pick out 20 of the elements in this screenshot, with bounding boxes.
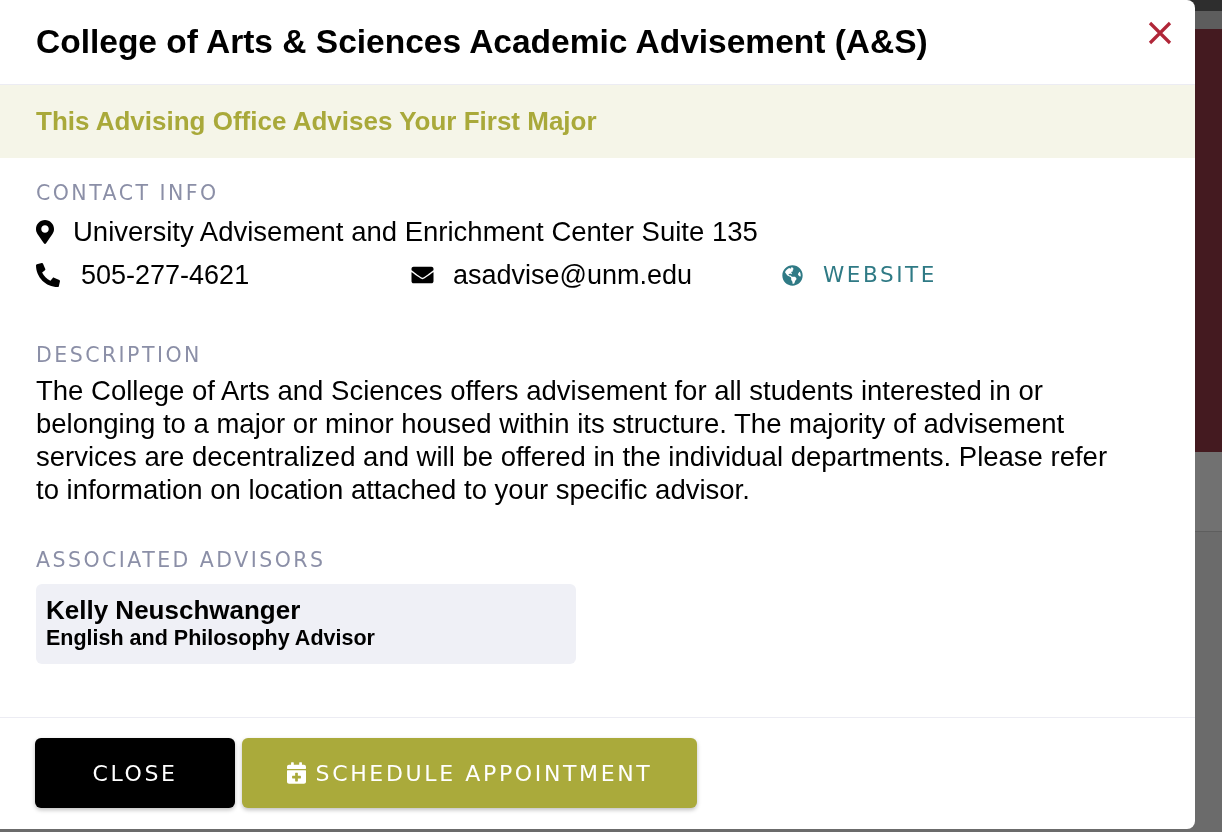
email-text: asadvise@unm.edu xyxy=(453,261,693,289)
close-icon xyxy=(1148,21,1172,45)
close-dialog-button[interactable]: CLOSE xyxy=(35,738,235,808)
section-label: ASSOCIATED ADVISORS xyxy=(36,548,326,572)
globe-icon xyxy=(782,264,803,286)
advisor-card[interactable]: Kelly Neuschwanger English and Philosophy Advisor xyxy=(36,584,576,664)
section-label: CONTACT INFO xyxy=(36,181,219,205)
envelope-icon xyxy=(409,264,436,286)
advisor-role: English and Philosophy Advisor xyxy=(46,625,375,651)
dialog-title: College of Arts & Sciences Academic Advisement (A&S) xyxy=(36,25,928,59)
calendar-plus-icon xyxy=(286,762,306,784)
advisor-name: Kelly Neuschwanger xyxy=(46,595,301,625)
phone-text: 505-277-4621 xyxy=(81,261,250,289)
section-label: DESCRIPTION xyxy=(36,343,202,367)
map-pin-icon xyxy=(36,220,54,244)
website-link[interactable]: WEBSITE xyxy=(823,264,937,286)
banner-text: This Advising Office Advises Your First Major xyxy=(36,105,597,138)
phone-icon xyxy=(36,263,60,287)
address-text: University Advisement and Enrichment Center Suite 135 xyxy=(73,218,758,246)
description-text: The College of Arts and Sciences offers advisement for all students interested in or belonging to a major or minor housed within its structure. The majority of advisement services are decentralized and will be offered in the individual departments. Please refer to information on location attached to your specific advisor. xyxy=(36,374,1109,506)
